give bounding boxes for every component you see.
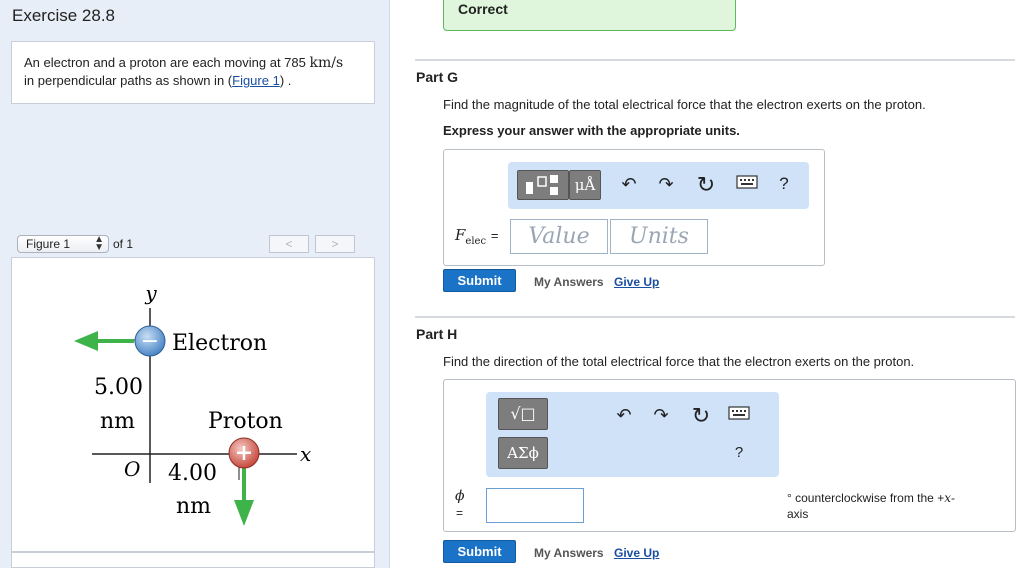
templates-button[interactable]: [517, 170, 569, 200]
value-input[interactable]: Value: [510, 219, 608, 254]
unit-text2: -: [950, 491, 955, 505]
redo-icon[interactable]: ↷: [654, 174, 678, 195]
electron-label: Electron: [172, 331, 267, 356]
part-h-submit-button[interactable]: Submit: [443, 540, 516, 563]
reset-icon[interactable]: ↻: [694, 172, 718, 198]
figure-panel: − + y x O Electron Proton 5.00 nm 4.00 n…: [11, 257, 375, 552]
part-h-give-up-link[interactable]: Give Up: [614, 546, 659, 560]
part-g-toolbar: μÅ ↶ ↷ ↻ ?: [508, 162, 809, 209]
unit-line2: axis: [787, 507, 809, 521]
force-symbol: F: [455, 226, 466, 244]
distance-x-value: 4.00: [168, 461, 217, 486]
unit-var: x: [944, 491, 951, 505]
figure-select-value: Figure 1: [26, 237, 71, 251]
left-panel: Exercise 28.8 An electron and a proton a…: [0, 0, 390, 568]
help-button[interactable]: ?: [772, 174, 796, 194]
figure-count: of 1: [113, 237, 134, 251]
help-button[interactable]: ?: [727, 444, 751, 461]
speed-unit: km/s: [309, 55, 344, 71]
part-h-prompt: Find the direction of the total electric…: [443, 354, 915, 369]
part-h-divider: [415, 316, 1015, 318]
equals-sign: =: [490, 228, 499, 243]
select-arrows-icon: ▲ ▼: [94, 234, 104, 253]
electron-arrowhead-icon: [74, 331, 98, 351]
distance-y-unit: nm: [100, 409, 135, 434]
equals-sign: =: [456, 506, 464, 520]
part-g-my-answers-link[interactable]: My Answers: [534, 275, 604, 289]
force-subscript: elec: [465, 236, 487, 247]
templates-icon: [526, 175, 558, 195]
electron-sign: −: [141, 329, 159, 354]
problem-text-after: ) .: [279, 73, 292, 88]
part-h-answer-box: √□ ΑΣϕ ↶ ↷ ↻ ? ϕ = ° counterclockwise fr…: [443, 379, 1016, 532]
keyboard-icon[interactable]: [727, 404, 751, 425]
main-content: Correct Part G Find the magnitude of the…: [390, 0, 1024, 568]
greek-letters-button[interactable]: ΑΣϕ: [498, 437, 548, 469]
proton-sign: +: [235, 440, 253, 466]
distance-x-unit: nm: [176, 494, 211, 519]
redo-icon[interactable]: ↷: [649, 405, 673, 426]
y-axis-label: y: [144, 281, 157, 305]
part-g-divider: [415, 59, 1015, 61]
correct-status-text: Correct: [458, 1, 508, 17]
next-figure-button[interactable]: >: [315, 235, 355, 253]
problem-statement: An electron and a proton are each moving…: [11, 41, 375, 104]
phi-symbol: ϕ: [455, 488, 465, 504]
units-input[interactable]: Units: [610, 219, 708, 254]
figure-select[interactable]: Figure 1 ▲ ▼: [17, 235, 109, 253]
keyboard-icon[interactable]: [735, 173, 759, 194]
figure-footer: [11, 552, 375, 568]
origin-label: O: [124, 457, 140, 481]
part-h-my-answers-link[interactable]: My Answers: [534, 546, 604, 560]
units-tool-button[interactable]: μÅ: [569, 170, 601, 200]
figure-link[interactable]: Figure 1: [232, 73, 280, 88]
figure-navigation: Figure 1 ▲ ▼ of 1 < >: [17, 234, 375, 256]
correct-status-banner: Correct: [443, 0, 736, 31]
figure-diagram: − + y x O Electron Proton 5.00 nm 4.00 n…: [74, 281, 311, 526]
part-g-instructions: Express your answer with the appropriate…: [443, 123, 740, 138]
part-g-label: Part G: [416, 69, 459, 85]
distance-y-value: 5.00: [94, 375, 143, 400]
problem-text: An electron and a proton are each moving…: [24, 55, 310, 70]
prev-figure-button[interactable]: <: [269, 235, 309, 253]
part-g-answer-box: μÅ ↶ ↷ ↻ ? Felec = Value Units: [443, 149, 825, 266]
part-g-variable: Felec =: [455, 226, 498, 247]
undo-icon[interactable]: ↶: [617, 174, 641, 195]
part-h-label: Part H: [416, 326, 458, 342]
problem-text-line2: in perpendicular paths as shown in (: [24, 73, 233, 88]
part-g-give-up-link[interactable]: Give Up: [614, 275, 659, 289]
reset-icon[interactable]: ↻: [689, 403, 713, 429]
math-templates-button[interactable]: √□: [498, 398, 548, 430]
part-g-submit-button[interactable]: Submit: [443, 269, 516, 292]
unit-text: ° counterclockwise from the +: [787, 491, 945, 505]
exercise-title: Exercise 28.8: [12, 6, 115, 25]
direction-unit-text: ° counterclockwise from the +x- axis: [787, 490, 1012, 522]
part-g-prompt: Find the magnitude of the total electric…: [443, 97, 926, 112]
direction-input[interactable]: [486, 488, 584, 523]
x-axis-label: x: [300, 442, 311, 466]
undo-icon[interactable]: ↶: [612, 405, 636, 426]
part-h-toolbar: √□ ΑΣϕ ↶ ↷ ↻ ?: [486, 392, 779, 477]
proton-arrowhead-icon: [234, 500, 254, 526]
proton-label: Proton: [208, 409, 283, 434]
